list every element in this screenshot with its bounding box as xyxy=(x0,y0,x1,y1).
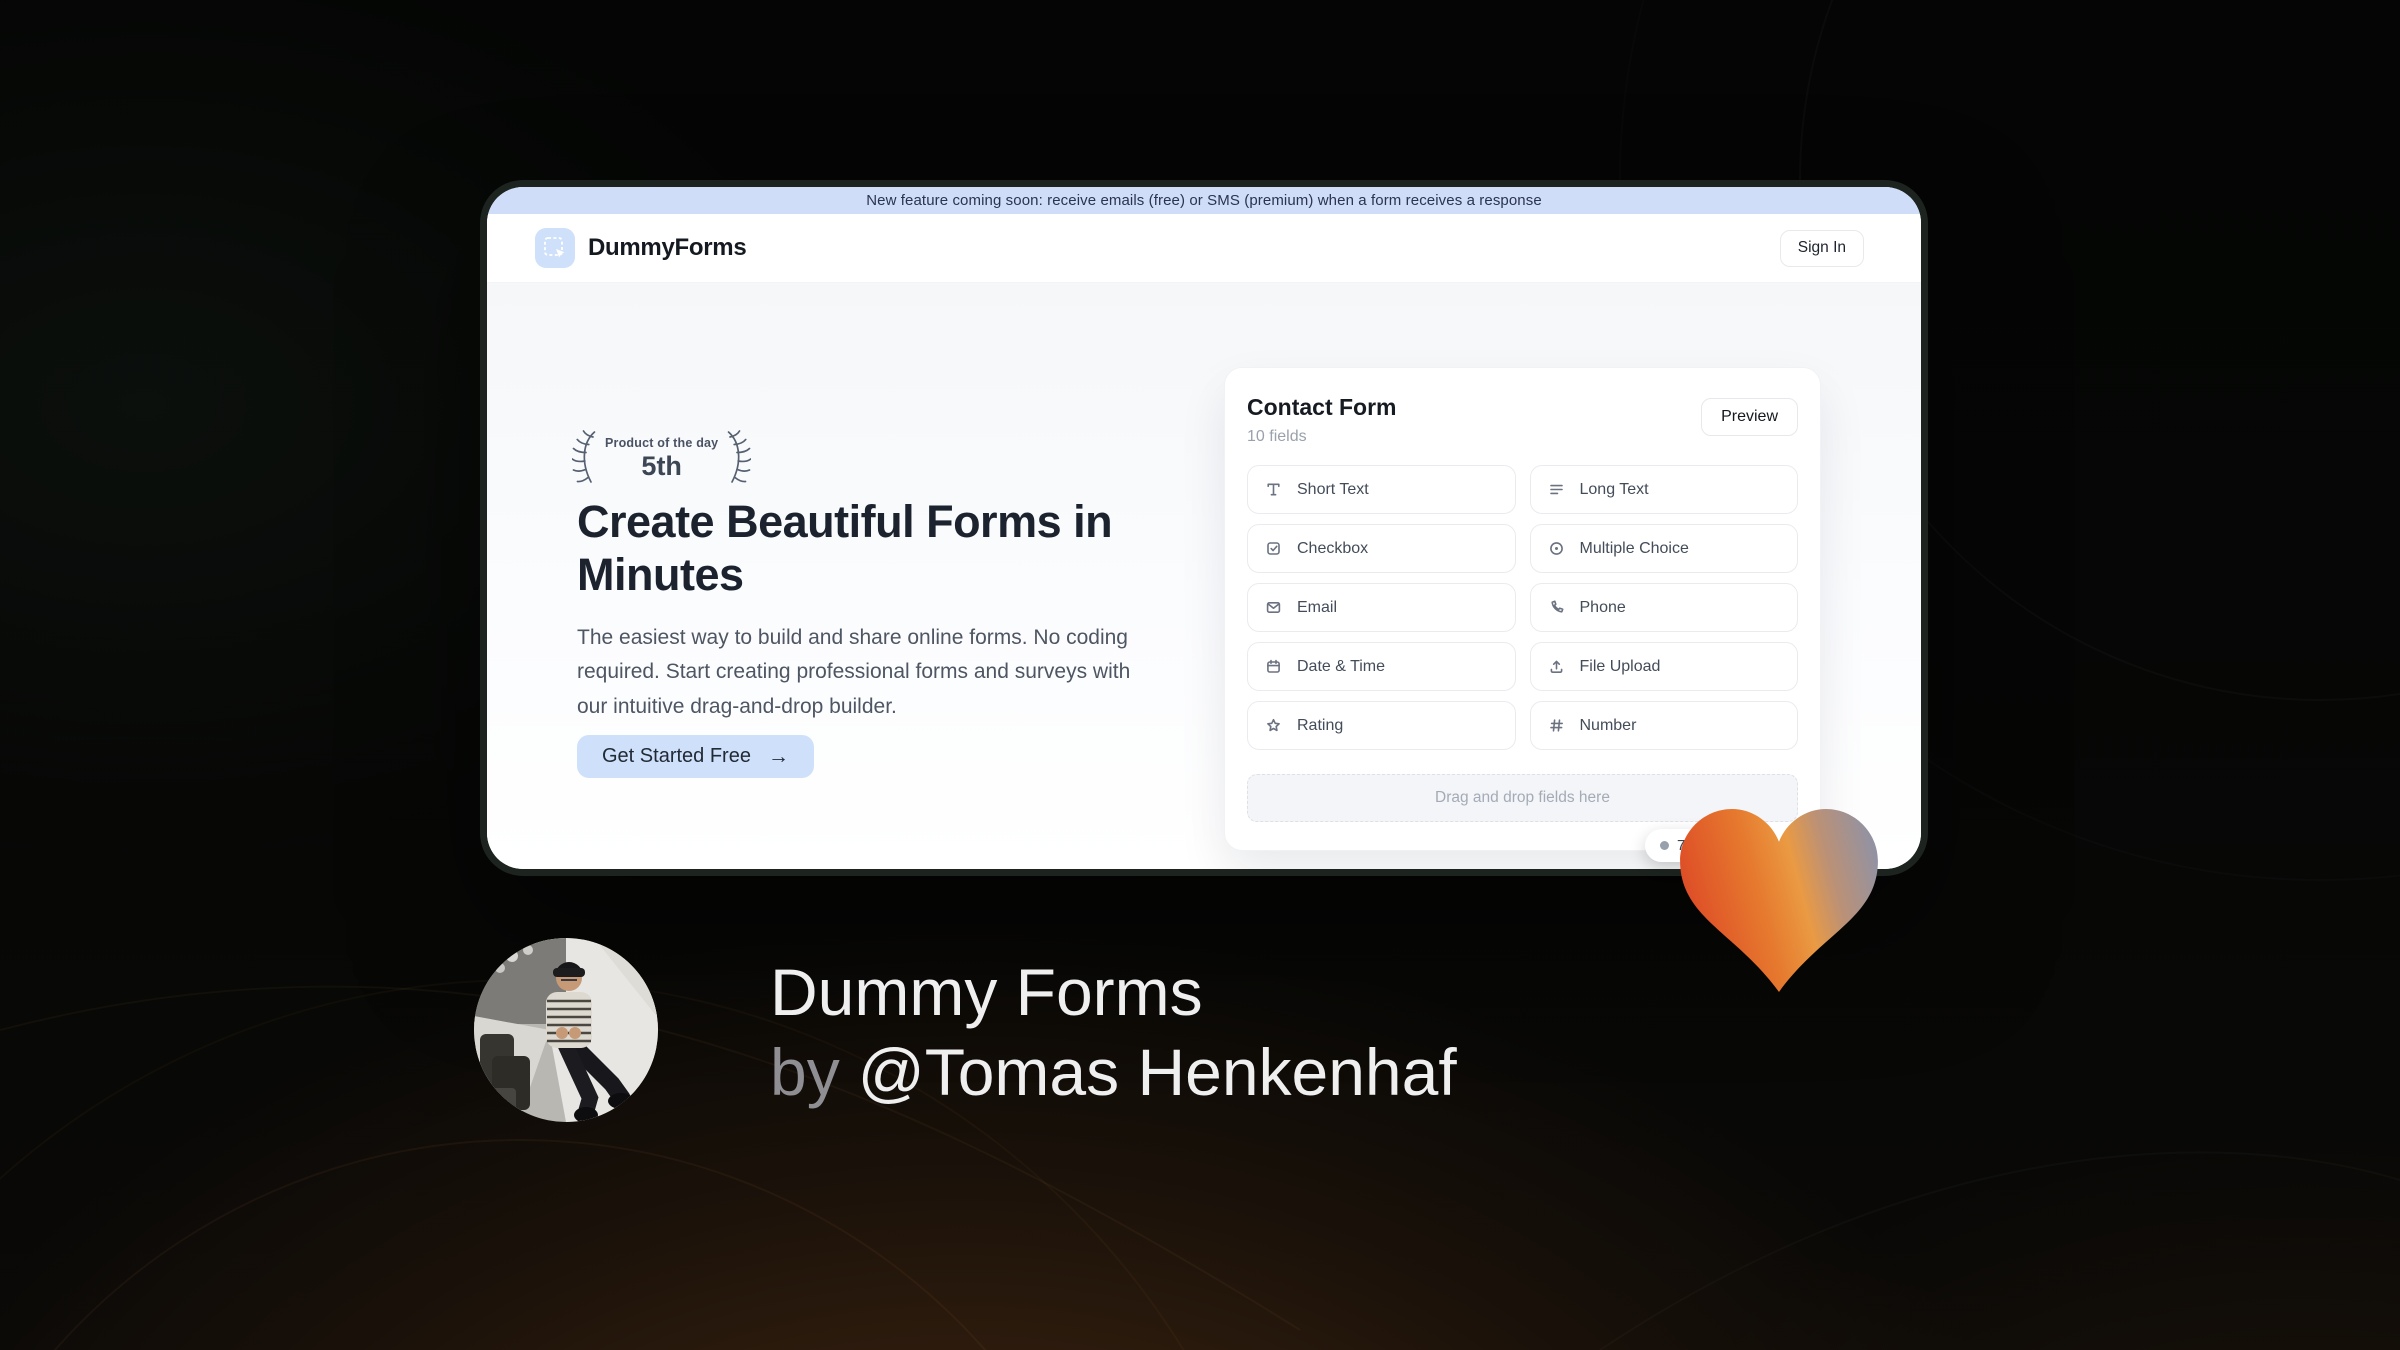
field-type-button[interactable]: Multiple Choice xyxy=(1529,524,1798,573)
field-type-label: Rating xyxy=(1297,716,1344,734)
hero-description: The easiest way to build and share onlin… xyxy=(577,626,1131,718)
field-type-label: Multiple Choice xyxy=(1579,539,1689,557)
field-type-button[interactable]: Number xyxy=(1529,701,1798,750)
text-icon xyxy=(1264,480,1283,499)
field-type-label: Phone xyxy=(1579,598,1626,616)
upload-icon xyxy=(1547,657,1566,676)
field-type-button[interactable]: Short Text xyxy=(1247,465,1516,514)
product-of-the-day-badge: Product of the day 5th xyxy=(572,428,752,486)
field-type-label: Long Text xyxy=(1579,480,1649,498)
brand-name: DummyForms xyxy=(588,234,747,261)
field-type-button[interactable]: Phone xyxy=(1529,583,1798,632)
navbar: DummyForms Sign In xyxy=(487,214,1921,283)
brand[interactable]: DummyForms xyxy=(535,228,747,268)
form-field-count: 10 fields xyxy=(1247,428,1307,445)
award-title: Product of the day xyxy=(605,436,719,450)
avatar xyxy=(474,938,658,1122)
attribution-title: Dummy Forms xyxy=(770,955,1203,1029)
form-builder-card: Contact Form 10 fields Preview Short Tex… xyxy=(1224,367,1821,851)
promo-canvas: New feature coming soon: receive emails … xyxy=(0,0,2400,1350)
lines-icon xyxy=(1547,480,1566,499)
field-type-grid: Short Text Long Text Checkbox Multiple C… xyxy=(1247,465,1798,750)
attribution-author: @Tomas Henkenhaf xyxy=(857,1035,1457,1109)
get-started-label: Get Started Free xyxy=(602,745,751,767)
attribution: Dummy Forms by @Tomas Henkenhaf xyxy=(770,952,1457,1112)
field-type-button[interactable]: Rating xyxy=(1247,701,1516,750)
laurel-left-icon xyxy=(572,430,596,483)
field-type-button[interactable]: Date & Time xyxy=(1247,642,1516,691)
field-type-label: Date & Time xyxy=(1297,657,1386,675)
browser-window: New feature coming soon: receive emails … xyxy=(487,187,1921,869)
phone-icon xyxy=(1547,598,1566,617)
field-type-label: Number xyxy=(1579,716,1637,734)
field-type-button[interactable]: Long Text xyxy=(1529,465,1798,514)
field-type-button[interactable]: Checkbox xyxy=(1247,524,1516,573)
field-type-label: Short Text xyxy=(1297,480,1369,498)
checkbox-icon xyxy=(1264,539,1283,558)
dropzone-text: Drag and drop fields here xyxy=(1435,789,1610,806)
field-type-button[interactable]: Email xyxy=(1247,583,1516,632)
dummyforms-logo-icon xyxy=(535,228,575,268)
calendar-icon xyxy=(1264,657,1283,676)
get-started-button[interactable]: Get Started Free → xyxy=(577,735,814,778)
preview-button[interactable]: Preview xyxy=(1701,398,1798,436)
hash-icon xyxy=(1547,716,1566,735)
arrow-right-icon: → xyxy=(767,745,789,768)
laurel-right-icon xyxy=(727,430,752,483)
radio-icon xyxy=(1547,539,1566,558)
card-heading-block: Contact Form 10 fields xyxy=(1247,394,1397,446)
star-icon xyxy=(1264,716,1283,735)
announcement-banner: New feature coming soon: receive emails … xyxy=(487,187,1921,214)
envelope-icon xyxy=(1264,598,1283,617)
field-type-button[interactable]: File Upload xyxy=(1529,642,1798,691)
hero-heading: Create Beautiful Forms in Minutes xyxy=(577,496,1113,600)
attribution-author-line: by @Tomas Henkenhaf xyxy=(770,1035,1457,1109)
heart-icon xyxy=(1680,809,1878,992)
form-title: Contact Form xyxy=(1247,394,1397,420)
hero-section: Product of the day 5th Create Beautiful … xyxy=(487,283,1921,869)
announcement-text: New feature coming soon: receive emails … xyxy=(866,192,1542,209)
sign-in-button[interactable]: Sign In xyxy=(1779,229,1864,267)
field-type-label: Email xyxy=(1297,598,1338,616)
field-type-label: File Upload xyxy=(1579,657,1661,675)
field-type-label: Checkbox xyxy=(1297,539,1369,557)
award-rank: 5th xyxy=(641,451,682,481)
dot-icon xyxy=(1660,841,1669,850)
